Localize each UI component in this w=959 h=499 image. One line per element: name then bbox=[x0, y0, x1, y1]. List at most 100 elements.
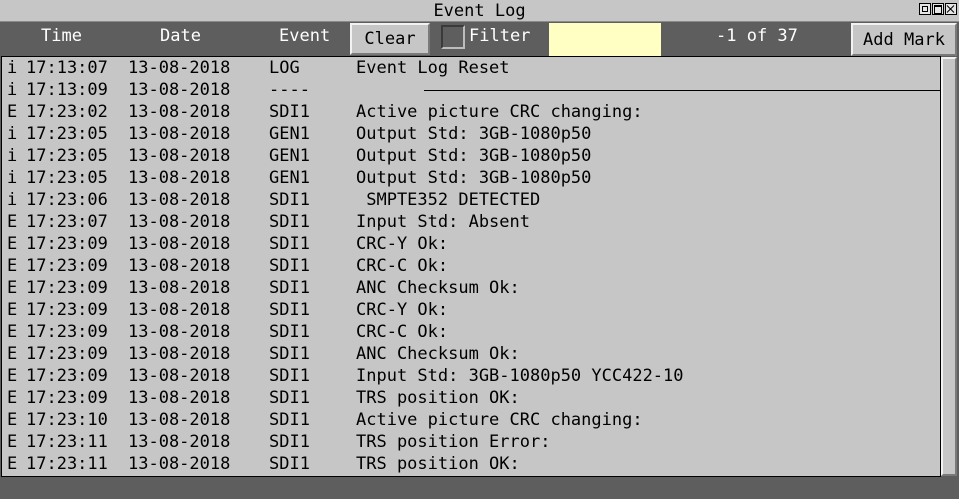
log-message: ANC Checksum Ok: bbox=[356, 344, 520, 364]
log-event: GEN1 bbox=[269, 168, 310, 188]
status-bar bbox=[0, 477, 959, 499]
separator-line bbox=[424, 90, 940, 91]
log-severity: E bbox=[7, 432, 18, 452]
maximize-icon[interactable] bbox=[932, 3, 944, 15]
log-message: Input Std: 3GB-1080p50 YCC422-10 bbox=[356, 366, 684, 386]
log-row[interactable]: E 17:23:09 13-08-2018 SDI1 Input Std: 3GB-10… bbox=[2, 365, 940, 387]
log-message: Input Std: Absent bbox=[356, 212, 530, 232]
log-date: 13-08-2018 bbox=[128, 366, 231, 386]
log-row[interactable]: i 17:23:05 13-08-2018 GEN1 Output Std: 3GB-1… bbox=[2, 145, 940, 167]
log-message: CRC-Y Ok: bbox=[356, 300, 449, 320]
log-message: Active picture CRC changing: bbox=[356, 410, 643, 430]
log-row[interactable]: E 17:23:09 13-08-2018 SDI1 CRC-C Ok: bbox=[2, 321, 940, 343]
log-event: SDI1 bbox=[269, 454, 310, 474]
log-message: ANC Checksum Ok: bbox=[356, 278, 520, 298]
log-severity: i bbox=[7, 190, 18, 210]
event-counter: -1 of 37 bbox=[716, 26, 798, 46]
header-event[interactable]: Event bbox=[279, 26, 330, 46]
log-severity: i bbox=[7, 168, 18, 188]
log-date: 13-08-2018 bbox=[128, 278, 231, 298]
log-row[interactable]: E 17:23:11 13-08-2018 SDI1 TRS position OK: bbox=[2, 453, 940, 475]
log-message: Output Std: 3GB-1080p50 bbox=[356, 124, 592, 144]
vertical-scrollbar[interactable] bbox=[941, 56, 958, 477]
log-row[interactable]: E 17:23:09 13-08-2018 SDI1 CRC-Y Ok: bbox=[2, 299, 940, 321]
log-message: CRC-C Ok: bbox=[356, 256, 449, 276]
close-icon[interactable] bbox=[945, 3, 957, 15]
log-time: 17:23:05 bbox=[26, 124, 108, 144]
log-event: SDI1 bbox=[269, 388, 310, 408]
log-row[interactable]: E 17:23:09 13-08-2018 SDI1 CRC-C Ok: bbox=[2, 255, 940, 277]
restore-icon[interactable] bbox=[919, 3, 931, 15]
log-event: GEN1 bbox=[269, 124, 310, 144]
log-date: 13-08-2018 bbox=[128, 432, 231, 452]
log-message: TRS position OK: bbox=[356, 388, 520, 408]
log-severity: E bbox=[7, 344, 18, 364]
log-message: CRC-C Ok: bbox=[356, 322, 449, 342]
log-row[interactable]: i 17:23:05 13-08-2018 GEN1 Output Std: 3GB-1… bbox=[2, 123, 940, 145]
log-severity: i bbox=[7, 124, 18, 144]
log-severity: E bbox=[7, 212, 18, 232]
toolbar: Time Date Event Clear Filter -1 of 37 Ad… bbox=[0, 22, 959, 57]
log-time: 17:23:09 bbox=[26, 344, 108, 364]
log-date: 13-08-2018 bbox=[128, 300, 231, 320]
log-row[interactable]: E 17:23:09 13-08-2018 SDI1 TRS position OK: bbox=[2, 387, 940, 409]
log-date: 13-08-2018 bbox=[128, 234, 231, 254]
log-severity: i bbox=[7, 58, 18, 78]
log-severity: i bbox=[7, 146, 18, 166]
log-time: 17:13:07 bbox=[26, 58, 108, 78]
title-bar: Event Log bbox=[0, 0, 959, 22]
log-date: 13-08-2018 bbox=[128, 212, 231, 232]
log-time: 17:23:09 bbox=[26, 388, 108, 408]
log-message: Active picture CRC changing: bbox=[356, 102, 643, 122]
log-severity: E bbox=[7, 256, 18, 276]
filter-input[interactable] bbox=[549, 23, 661, 56]
log-row[interactable]: E 17:23:09 13-08-2018 SDI1 ANC Checksum Ok: bbox=[2, 277, 940, 299]
log-row[interactable]: E 17:23:09 13-08-2018 SDI1 CRC-Y Ok: bbox=[2, 233, 940, 255]
log-date: 13-08-2018 bbox=[128, 388, 231, 408]
log-severity: E bbox=[7, 388, 18, 408]
log-severity: E bbox=[7, 300, 18, 320]
log-message: Output Std: 3GB-1080p50 bbox=[356, 168, 592, 188]
log-message: Event Log Reset bbox=[356, 58, 510, 78]
log-row[interactable]: E 17:23:11 13-08-2018 SDI1 TRS position Erro… bbox=[2, 431, 940, 453]
log-event: SDI1 bbox=[269, 366, 310, 386]
log-row[interactable]: i 17:13:07 13-08-2018 LOG Event Log Reset bbox=[2, 57, 940, 79]
log-date: 13-08-2018 bbox=[128, 190, 231, 210]
log-event: SDI1 bbox=[269, 256, 310, 276]
log-date: 13-08-2018 bbox=[128, 322, 231, 342]
log-row[interactable]: i 17:23:05 13-08-2018 GEN1 Output Std: 3GB-1… bbox=[2, 167, 940, 189]
log-date: 13-08-2018 bbox=[128, 58, 231, 78]
event-log-list[interactable]: i 17:13:07 13-08-2018 LOG Event Log Reset i 17… bbox=[1, 56, 941, 477]
add-mark-button[interactable]: Add Mark bbox=[851, 23, 957, 56]
log-time: 17:23:05 bbox=[26, 146, 108, 166]
log-row[interactable]: E 17:23:02 13-08-2018 SDI1 Active picture CR… bbox=[2, 101, 940, 123]
header-time[interactable]: Time bbox=[41, 26, 82, 46]
log-date: 13-08-2018 bbox=[128, 102, 231, 122]
log-event: GEN1 bbox=[269, 146, 310, 166]
log-severity: E bbox=[7, 454, 18, 474]
log-time: 17:23:09 bbox=[26, 322, 108, 342]
log-time: 17:23:06 bbox=[26, 190, 108, 210]
log-severity: E bbox=[7, 278, 18, 298]
log-event: SDI1 bbox=[269, 234, 310, 254]
log-time: 17:23:09 bbox=[26, 278, 108, 298]
log-row[interactable]: E 17:23:09 13-08-2018 SDI1 ANC Checksum Ok: bbox=[2, 343, 940, 365]
clear-button[interactable]: Clear bbox=[350, 23, 430, 55]
window-controls bbox=[919, 3, 957, 15]
scrollbar-thumb[interactable] bbox=[941, 57, 957, 476]
log-event: LOG bbox=[269, 58, 300, 78]
log-message: TRS position OK: bbox=[356, 454, 520, 474]
filter-checkbox[interactable] bbox=[441, 25, 465, 49]
log-time: 17:23:10 bbox=[26, 410, 108, 430]
log-message: TRS position Error: bbox=[356, 432, 551, 452]
log-event: SDI1 bbox=[269, 190, 310, 210]
log-time: 17:13:09 bbox=[26, 80, 108, 100]
log-row[interactable]: E 17:23:07 13-08-2018 SDI1 Input Std: Absent bbox=[2, 211, 940, 233]
header-date[interactable]: Date bbox=[160, 26, 201, 46]
log-date: 13-08-2018 bbox=[128, 256, 231, 276]
log-row[interactable]: i 17:23:06 13-08-2018 SDI1 SMPTE352 DETECTE… bbox=[2, 189, 940, 211]
log-row[interactable]: E 17:23:10 13-08-2018 SDI1 Active picture CR… bbox=[2, 409, 940, 431]
log-row[interactable]: i 17:13:09 13-08-2018 ---- bbox=[2, 79, 940, 101]
log-date: 13-08-2018 bbox=[128, 410, 231, 430]
log-message: Output Std: 3GB-1080p50 bbox=[356, 146, 592, 166]
